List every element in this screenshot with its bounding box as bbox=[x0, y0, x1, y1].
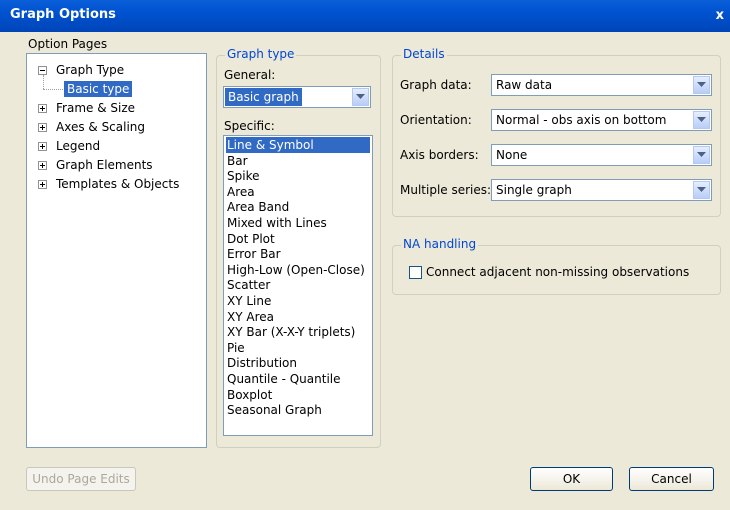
expand-icon[interactable] bbox=[38, 161, 47, 170]
specific-list-item[interactable]: Spike bbox=[226, 168, 370, 184]
specific-label: Specific: bbox=[224, 119, 275, 133]
graph-data-value: Raw data bbox=[496, 78, 553, 92]
tree-item[interactable]: Graph Type bbox=[56, 63, 124, 77]
chevron-down-icon[interactable] bbox=[352, 88, 369, 106]
axis-borders-label: Axis borders: bbox=[400, 148, 479, 162]
orientation-value: Normal - obs axis on bottom bbox=[496, 113, 667, 127]
specific-list-item[interactable]: Distribution bbox=[226, 355, 370, 371]
specific-list-item[interactable]: Quantile - Quantile bbox=[226, 371, 370, 387]
specific-list-item[interactable]: Seasonal Graph bbox=[226, 402, 370, 418]
specific-list-item[interactable]: Boxplot bbox=[226, 387, 370, 403]
orientation-label: Orientation: bbox=[400, 113, 472, 127]
general-select[interactable]: Basic graph bbox=[223, 86, 371, 108]
expand-icon[interactable] bbox=[38, 142, 47, 151]
tree-item[interactable]: Frame & Size bbox=[56, 101, 135, 115]
chevron-down-icon[interactable] bbox=[693, 76, 710, 94]
graph-type-legend: Graph type bbox=[225, 47, 297, 61]
specific-list-item[interactable]: Scatter bbox=[226, 277, 370, 293]
specific-list-item[interactable]: Mixed with Lines bbox=[226, 215, 370, 231]
undo-page-edits-button[interactable]: Undo Page Edits bbox=[26, 467, 136, 491]
axis-borders-select[interactable]: None bbox=[491, 144, 712, 166]
multiple-series-label: Multiple series: bbox=[400, 183, 492, 197]
tree-item-selected[interactable]: Basic type bbox=[64, 81, 133, 97]
specific-list-item[interactable]: Line & Symbol bbox=[226, 137, 370, 153]
tree-item[interactable]: Legend bbox=[56, 139, 100, 153]
general-select-value: Basic graph bbox=[225, 88, 302, 106]
specific-list-item[interactable]: Area bbox=[226, 184, 370, 200]
chevron-down-icon[interactable] bbox=[693, 146, 710, 164]
details-legend: Details bbox=[401, 47, 447, 61]
connect-observations-label[interactable]: Connect adjacent non-missing observation… bbox=[426, 265, 689, 279]
expand-icon[interactable] bbox=[38, 123, 47, 132]
orientation-select[interactable]: Normal - obs axis on bottom bbox=[491, 109, 712, 131]
specific-list-item[interactable]: XY Bar (X-X-Y triplets) bbox=[226, 324, 370, 340]
specific-list-item[interactable]: XY Line bbox=[226, 293, 370, 309]
axis-borders-value: None bbox=[496, 148, 528, 162]
specific-list-item[interactable]: Dot Plot bbox=[226, 231, 370, 247]
cancel-button[interactable]: Cancel bbox=[629, 467, 714, 491]
expand-icon[interactable] bbox=[38, 180, 47, 189]
graph-data-select[interactable]: Raw data bbox=[491, 74, 712, 96]
specific-list-item[interactable]: Error Bar bbox=[226, 246, 370, 262]
close-icon[interactable]: x bbox=[716, 8, 724, 23]
tree-connector bbox=[43, 89, 63, 90]
specific-list-item[interactable]: Pie bbox=[226, 340, 370, 356]
multiple-series-select[interactable]: Single graph bbox=[491, 179, 712, 201]
tree-item[interactable]: Graph Elements bbox=[56, 158, 153, 172]
collapse-icon[interactable] bbox=[38, 66, 47, 75]
specific-list-item[interactable]: Bar bbox=[226, 153, 370, 169]
graph-options-dialog: Graph Options x Option Pages Graph Type B… bbox=[0, 0, 730, 510]
chevron-down-icon[interactable] bbox=[693, 111, 710, 129]
tree-item[interactable]: Templates & Objects bbox=[56, 177, 179, 191]
title-bar[interactable]: Graph Options x bbox=[0, 0, 730, 32]
multiple-series-value: Single graph bbox=[496, 183, 572, 197]
specific-list-item[interactable]: High-Low (Open-Close) bbox=[226, 262, 370, 278]
chevron-down-icon[interactable] bbox=[693, 181, 710, 199]
general-label: General: bbox=[224, 68, 276, 82]
tree-connector bbox=[43, 75, 44, 89]
specific-list[interactable]: Line & Symbol Bar Spike Area Area Band Mixed … bbox=[223, 135, 373, 436]
specific-list-item[interactable]: Area Band bbox=[226, 199, 370, 215]
specific-list-item[interactable]: XY Area bbox=[226, 309, 370, 325]
ok-button[interactable]: OK bbox=[530, 467, 613, 491]
expand-icon[interactable] bbox=[38, 104, 47, 113]
na-handling-legend: NA handling bbox=[401, 237, 479, 251]
window-title: Graph Options bbox=[10, 7, 116, 22]
graph-data-label: Graph data: bbox=[400, 78, 472, 92]
option-pages-tree[interactable]: Graph Type Basic type Frame & Size Axes & S… bbox=[26, 53, 207, 448]
option-pages-label: Option Pages bbox=[28, 37, 108, 51]
connect-observations-checkbox[interactable] bbox=[409, 266, 422, 279]
tree-item[interactable]: Axes & Scaling bbox=[56, 120, 145, 134]
